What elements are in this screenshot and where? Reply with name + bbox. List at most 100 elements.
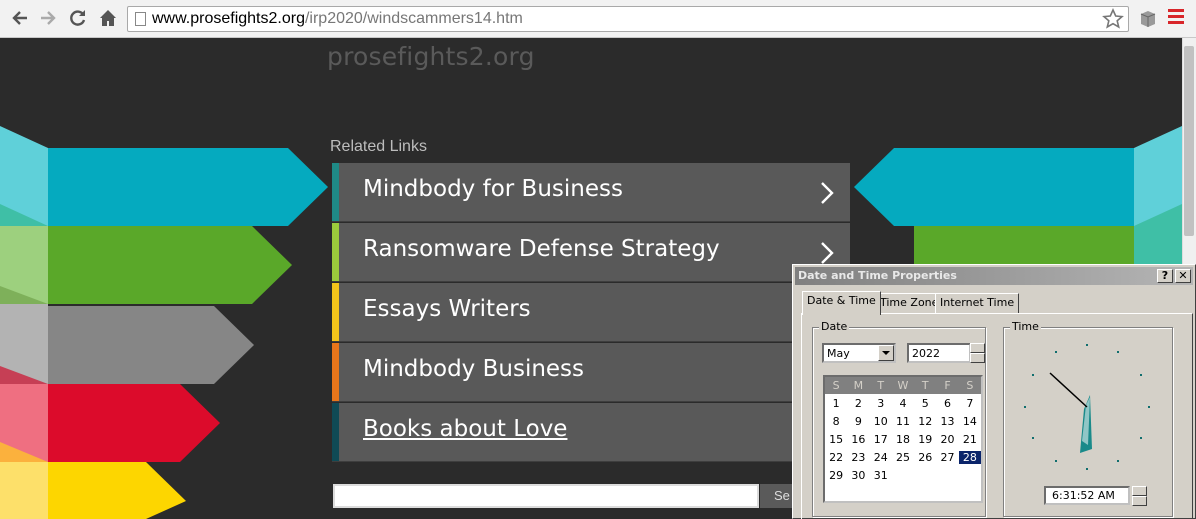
related-link-mindbody-for-business[interactable]: Mindbody for Business (332, 163, 850, 222)
related-link-mindbody-business[interactable]: Mindbody Business (332, 343, 850, 402)
link-accent-bar (332, 163, 339, 221)
calendar-week-row: 8 9 10 11 12 13 14 (825, 412, 981, 430)
search-input[interactable] (333, 484, 759, 508)
related-links-heading: Related Links (330, 138, 427, 155)
related-link-essays-writers[interactable]: Essays Writers (332, 283, 850, 342)
scrollbar-thumb[interactable] (1184, 46, 1194, 236)
calendar-week-row: 1234567 (825, 394, 981, 412)
forward-icon[interactable] (36, 6, 60, 30)
tab-date-time[interactable]: Date & Time (802, 291, 881, 315)
extension-icon[interactable] (1138, 9, 1158, 33)
calendar: SMTWTFS 1 2 3 4 5 6 7 8 9 10 11 12 13 14 15 16 17 18 19 20 2… (823, 375, 983, 503)
calendar-day[interactable]: 28 (958, 450, 981, 464)
calendar-day[interactable]: 14 (959, 415, 981, 428)
dialog-title: Date and Time Properties (798, 269, 957, 282)
calendar-day[interactable]: 10 (870, 415, 892, 428)
calendar-day[interactable]: 2 (847, 397, 869, 410)
spin-down-icon[interactable] (970, 353, 985, 363)
calendar-day[interactable]: 23 (847, 451, 869, 464)
weekday-label: T (877, 379, 885, 392)
calendar-day[interactable]: 27 (936, 451, 958, 464)
year-spinner[interactable]: 2022 (907, 343, 985, 363)
page-icon (135, 12, 146, 26)
help-button[interactable]: ? (1157, 269, 1173, 283)
weekday-label: S (966, 379, 974, 392)
chevron-right-icon (821, 242, 834, 264)
calendar-week-row: 15 16 17 18 19 20 21 (825, 430, 981, 448)
left-decorative-arrows (0, 126, 328, 519)
weekday-label: W (897, 379, 909, 392)
spin-down-icon[interactable] (1132, 496, 1147, 506)
menu-icon[interactable] (1168, 9, 1184, 25)
related-link-label: Books about Love (363, 416, 568, 442)
screen: www.prosefights2.org/irp2020/windscammer… (0, 0, 1196, 519)
calendar-week-row: 29 30 31 (825, 466, 981, 484)
related-link-label: Ransomware Defense Strategy (363, 236, 720, 262)
calendar-day[interactable]: 16 (847, 433, 869, 446)
calendar-day[interactable]: 30 (847, 469, 869, 482)
calendar-day[interactable]: 12 (914, 415, 936, 428)
calendar-weekday-header: SMTWTFS (825, 377, 981, 394)
calendar-day[interactable]: 4 (892, 397, 914, 410)
calendar-day[interactable]: 13 (936, 415, 958, 428)
year-spin-buttons[interactable] (970, 343, 985, 363)
calendar-day[interactable]: 31 (870, 469, 892, 482)
bookmark-star-icon[interactable] (1102, 8, 1124, 34)
calendar-day[interactable]: 24 (870, 451, 892, 464)
link-accent-bar (332, 283, 339, 341)
tab-internet-time[interactable]: Internet Time (935, 293, 1020, 313)
month-select[interactable]: May (822, 343, 896, 363)
browser-toolbar: www.prosefights2.org/irp2020/windscammer… (0, 0, 1196, 38)
link-accent-bar (332, 343, 339, 401)
tab-time-zone[interactable]: Time Zone (875, 293, 944, 313)
related-link-ransomware-defense-strategy[interactable]: Ransomware Defense Strategy (332, 223, 850, 282)
calendar-day[interactable]: 20 (936, 433, 958, 446)
reload-icon[interactable] (66, 6, 90, 30)
spin-up-icon[interactable] (970, 343, 985, 353)
site-title[interactable]: prosefights2.org (327, 42, 535, 71)
weekday-label: F (944, 379, 951, 392)
calendar-day[interactable]: 29 (825, 469, 847, 482)
calendar-day[interactable]: 11 (892, 415, 914, 428)
link-accent-bar (332, 403, 339, 461)
related-link-label: Essays Writers (363, 296, 531, 322)
month-value: May (827, 347, 850, 360)
calendar-day[interactable]: 25 (892, 451, 914, 464)
calendar-day[interactable]: 7 (959, 397, 981, 410)
calendar-day[interactable]: 19 (914, 433, 936, 446)
weekday-label: M (853, 379, 864, 392)
calendar-week-row: 22 23 24 25 26 27 28 (825, 448, 981, 466)
calendar-day[interactable]: 15 (825, 433, 847, 446)
calendar-day[interactable]: 21 (959, 433, 981, 446)
calendar-day[interactable]: 18 (892, 433, 914, 446)
time-input[interactable]: 6:31:52 AM (1044, 486, 1147, 506)
calendar-day[interactable]: 3 (870, 397, 892, 410)
analog-clock (1024, 344, 1150, 470)
calendar-day[interactable]: 17 (870, 433, 892, 446)
calendar-day[interactable]: 9 (847, 415, 869, 428)
weekday-label: S (832, 379, 840, 392)
calendar-day[interactable]: 6 (936, 397, 958, 410)
dialog-titlebar[interactable]: Date and Time Properties ? ✕ (795, 267, 1193, 285)
time-spin-buttons[interactable] (1132, 486, 1147, 506)
calendar-day[interactable]: 5 (914, 397, 936, 410)
date-group-label: Date (819, 320, 850, 333)
url-text: www.prosefights2.org/irp2020/windscammer… (152, 10, 523, 27)
dropdown-arrow-icon[interactable] (878, 345, 894, 361)
home-icon[interactable] (96, 6, 120, 30)
back-icon[interactable] (8, 6, 32, 30)
year-value: 2022 (912, 347, 940, 360)
calendar-day[interactable]: 26 (914, 451, 936, 464)
calendar-day[interactable]: 1 (825, 397, 847, 410)
related-link-label: Mindbody Business (363, 356, 585, 382)
related-link-books-about-love[interactable]: Books about Love (332, 403, 850, 462)
time-group-label: Time (1010, 320, 1041, 333)
close-button[interactable]: ✕ (1175, 269, 1191, 283)
address-bar[interactable]: www.prosefights2.org/irp2020/windscammer… (127, 6, 1129, 32)
time-value: 6:31:52 AM (1052, 489, 1115, 502)
link-accent-bar (332, 223, 339, 281)
calendar-day[interactable]: 22 (825, 451, 847, 464)
calendar-day[interactable]: 8 (825, 415, 847, 428)
chevron-right-icon (821, 182, 834, 204)
spin-up-icon[interactable] (1132, 486, 1147, 496)
